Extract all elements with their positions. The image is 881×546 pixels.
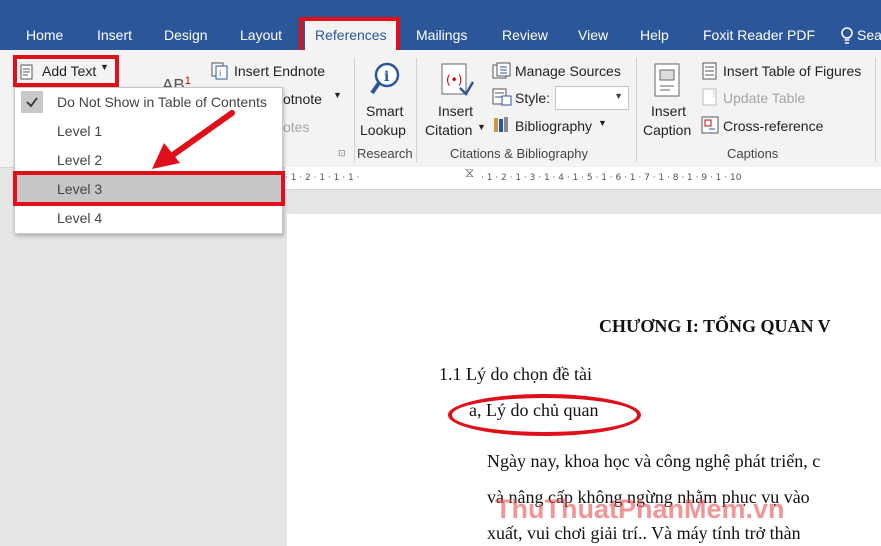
smart-lookup-label-2[interactable]: Lookup bbox=[360, 122, 406, 138]
paragraph-line-3: xuất, vui chơi giải trí.. Và máy tính tr… bbox=[487, 523, 801, 543]
group-separator bbox=[416, 58, 417, 162]
svg-text:!: ! bbox=[712, 90, 716, 100]
bibliography-button[interactable]: Bibliography bbox=[515, 118, 592, 134]
insert-endnote-button[interactable]: Insert Endnote bbox=[234, 63, 325, 79]
menu-item-label: Level 4 bbox=[57, 210, 103, 226]
ribbon-tab-bar: Home Insert Design Layout References Mai… bbox=[0, 0, 881, 57]
group-separator bbox=[875, 58, 876, 162]
insert-caption-label-2[interactable]: Caption bbox=[643, 122, 691, 138]
footnote-superscript: 1 bbox=[184, 75, 191, 87]
tell-me-search[interactable]: Sea bbox=[857, 20, 881, 50]
footnotes-dialog-launcher[interactable]: ⊡ bbox=[338, 148, 346, 159]
tab-insert[interactable]: Insert bbox=[97, 20, 132, 50]
heading-1-1: 1.1 Lý do chọn đề tài bbox=[439, 364, 592, 384]
manage-sources-icon bbox=[492, 62, 512, 80]
insert-caption-icon bbox=[652, 62, 682, 98]
ruler-right-marks: · 1 · 2 · 1 · 3 · 1 · 4 · 1 · 5 · 1 · 6 … bbox=[481, 173, 742, 183]
paragraph-line-1: Ngày nay, khoa học và công nghệ phát tri… bbox=[487, 451, 821, 471]
style-icon bbox=[492, 88, 512, 106]
lightbulb-icon[interactable] bbox=[840, 27, 854, 45]
chevron-down-icon: ▼ bbox=[614, 91, 623, 101]
tab-view[interactable]: View bbox=[578, 20, 608, 50]
svg-text:(•): (•) bbox=[446, 73, 462, 87]
checkmark-icon bbox=[21, 91, 43, 113]
horizontal-ruler[interactable]: · 1 · 2 · 1 · 1 · 1 · ⧖ · 1 · 2 · 1 · 3 … bbox=[285, 167, 881, 190]
subheading-annotation-ellipse bbox=[448, 394, 641, 436]
watermark-logo: ThuThuatPhanMem.vn bbox=[495, 494, 785, 524]
table-of-figures-icon bbox=[701, 62, 719, 80]
svg-text:i: i bbox=[219, 69, 221, 78]
smart-lookup-label-1[interactable]: Smart bbox=[366, 103, 403, 119]
style-label: Style: bbox=[515, 90, 551, 106]
insert-citation-label-2[interactable]: Citation bbox=[425, 122, 472, 138]
style-dropdown[interactable]: ▼ bbox=[555, 86, 629, 110]
update-table-button[interactable]: Update Table bbox=[723, 90, 805, 106]
insert-endnote-icon: i bbox=[211, 62, 229, 80]
research-group-label: Research bbox=[357, 146, 413, 161]
show-notes-button[interactable]: otes bbox=[283, 119, 309, 135]
tab-review[interactable]: Review bbox=[502, 20, 548, 50]
insert-citation-dropdown-arrow[interactable]: ▼ bbox=[477, 122, 486, 132]
bibliography-icon bbox=[492, 116, 512, 134]
cross-reference-button[interactable]: Cross-reference bbox=[723, 118, 823, 134]
indent-marker-icon[interactable]: ⧖ bbox=[465, 167, 474, 185]
group-separator bbox=[354, 58, 355, 162]
manage-sources-button[interactable]: Manage Sources bbox=[515, 63, 621, 79]
cross-reference-icon bbox=[701, 116, 719, 134]
tab-mailings[interactable]: Mailings bbox=[416, 20, 467, 50]
tab-help[interactable]: Help bbox=[640, 20, 669, 50]
tab-home[interactable]: Home bbox=[26, 20, 63, 50]
add-text-highlight bbox=[13, 55, 119, 87]
update-table-icon: ! bbox=[701, 88, 719, 106]
insert-citation-label-1[interactable]: Insert bbox=[438, 103, 473, 119]
ruler-left-marks: · 1 · 2 · 1 · 1 · 1 · bbox=[285, 173, 360, 183]
citations-bibliography-group-label: Citations & Bibliography bbox=[450, 146, 589, 161]
tab-foxit-reader-pdf[interactable]: Foxit Reader PDF bbox=[703, 20, 815, 50]
group-separator bbox=[636, 58, 637, 162]
annotation-arrow-icon bbox=[140, 105, 240, 175]
svg-text:i: i bbox=[384, 69, 389, 85]
tab-design[interactable]: Design bbox=[164, 20, 208, 50]
next-footnote-dropdown-arrow[interactable]: ▼ bbox=[333, 90, 342, 100]
bibliography-dropdown-arrow[interactable]: ▼ bbox=[598, 118, 607, 128]
insert-table-of-figures-button[interactable]: Insert Table of Figures bbox=[723, 63, 861, 79]
insert-citation-icon: (•) bbox=[440, 62, 475, 98]
tab-layout[interactable]: Layout bbox=[240, 20, 282, 50]
insert-caption-label-1[interactable]: Insert bbox=[651, 103, 686, 119]
captions-group-label: Captions bbox=[727, 146, 779, 161]
menu-item-label: Level 1 bbox=[57, 123, 103, 139]
level-3-highlight bbox=[13, 171, 285, 206]
menu-item-level-4[interactable]: Level 4 bbox=[15, 204, 282, 233]
smart-lookup-icon: i bbox=[370, 62, 400, 96]
chapter-title: CHƯƠNG I: TỔNG QUAN V bbox=[599, 316, 831, 336]
next-footnote-button[interactable]: otnote bbox=[283, 91, 322, 107]
